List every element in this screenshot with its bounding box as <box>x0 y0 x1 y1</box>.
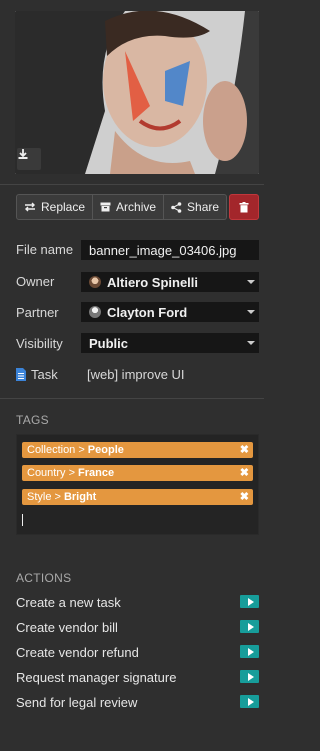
portrait-photo <box>15 11 259 174</box>
archive-button[interactable]: Archive <box>93 194 165 220</box>
tags-input[interactable]: Collection > People ✖ Country > France ✖… <box>16 434 259 535</box>
action-label: Create a new task <box>16 595 121 610</box>
play-icon[interactable] <box>240 620 259 633</box>
archive-label: Archive <box>116 200 157 214</box>
partner-select[interactable]: Clayton Ford <box>81 302 259 322</box>
action-item[interactable]: Create vendor bill <box>16 619 259 637</box>
action-label: Send for legal review <box>16 695 138 710</box>
tag-value: France <box>78 467 115 479</box>
play-icon[interactable] <box>240 645 259 658</box>
play-icon[interactable] <box>240 695 259 708</box>
tag-chip: Style > Bright ✖ <box>22 489 253 505</box>
share-button[interactable]: Share <box>164 194 228 220</box>
delete-button[interactable] <box>229 194 259 220</box>
play-icon[interactable] <box>240 670 259 683</box>
file-toolbar: Replace Archive Share <box>16 194 228 220</box>
chevron-down-icon <box>247 310 255 314</box>
actions-title: ACTIONS <box>16 571 72 585</box>
file-name-value: banner_image_03406.jpg <box>89 242 237 258</box>
chevron-down-icon <box>247 341 255 345</box>
chevron-down-icon <box>247 280 255 284</box>
owner-select[interactable]: Altiero Spinelli <box>81 272 259 292</box>
visibility-select[interactable]: Public <box>81 333 259 353</box>
partner-avatar <box>89 306 101 318</box>
partner-label: Partner <box>16 305 59 320</box>
swap-icon <box>25 202 35 212</box>
archive-icon <box>100 202 111 212</box>
remove-tag-icon[interactable]: ✖ <box>240 443 249 456</box>
download-button[interactable] <box>17 148 41 170</box>
task-label: Task <box>31 367 58 382</box>
share-label: Share <box>187 200 220 214</box>
file-name-label: File name <box>16 242 74 257</box>
share-icon <box>171 201 182 213</box>
action-item[interactable]: Create vendor refund <box>16 644 259 662</box>
divider <box>0 398 264 399</box>
action-item[interactable]: Request manager signature <box>16 669 259 687</box>
owner-avatar <box>89 276 101 288</box>
action-item[interactable]: Create a new task <box>16 594 259 612</box>
tag-value: Bright <box>63 491 97 503</box>
tag-category: Country > <box>27 467 75 479</box>
tag-chip: Collection > People ✖ <box>22 442 253 458</box>
tag-category: Collection > <box>27 444 85 456</box>
remove-tag-icon[interactable]: ✖ <box>240 466 249 479</box>
tag-chip: Country > France ✖ <box>22 465 253 481</box>
play-icon[interactable] <box>240 595 259 608</box>
owner-value: Altiero Spinelli <box>107 274 199 290</box>
task-label-group: Task <box>16 367 58 382</box>
partner-value: Clayton Ford <box>107 304 188 320</box>
image-preview <box>15 11 259 174</box>
trash-icon <box>239 201 249 212</box>
action-label: Create vendor bill <box>16 620 118 635</box>
file-name-field[interactable]: banner_image_03406.jpg <box>81 240 259 260</box>
action-label: Create vendor refund <box>16 645 139 660</box>
action-item[interactable]: Send for legal review <box>16 694 259 712</box>
visibility-label: Visibility <box>16 336 63 351</box>
replace-label: Replace <box>41 200 86 214</box>
task-link[interactable]: [web] improve UI <box>87 367 185 382</box>
remove-tag-icon[interactable]: ✖ <box>240 490 249 503</box>
document-icon <box>16 368 26 381</box>
download-icon <box>18 149 28 159</box>
tags-title: TAGS <box>16 413 49 427</box>
action-label: Request manager signature <box>16 670 177 685</box>
text-cursor <box>22 514 23 526</box>
visibility-value: Public <box>89 335 129 351</box>
replace-button[interactable]: Replace <box>16 194 94 220</box>
tag-value: People <box>87 444 124 456</box>
divider <box>0 184 264 185</box>
owner-label: Owner <box>16 274 55 289</box>
tag-category: Style > <box>27 491 61 503</box>
